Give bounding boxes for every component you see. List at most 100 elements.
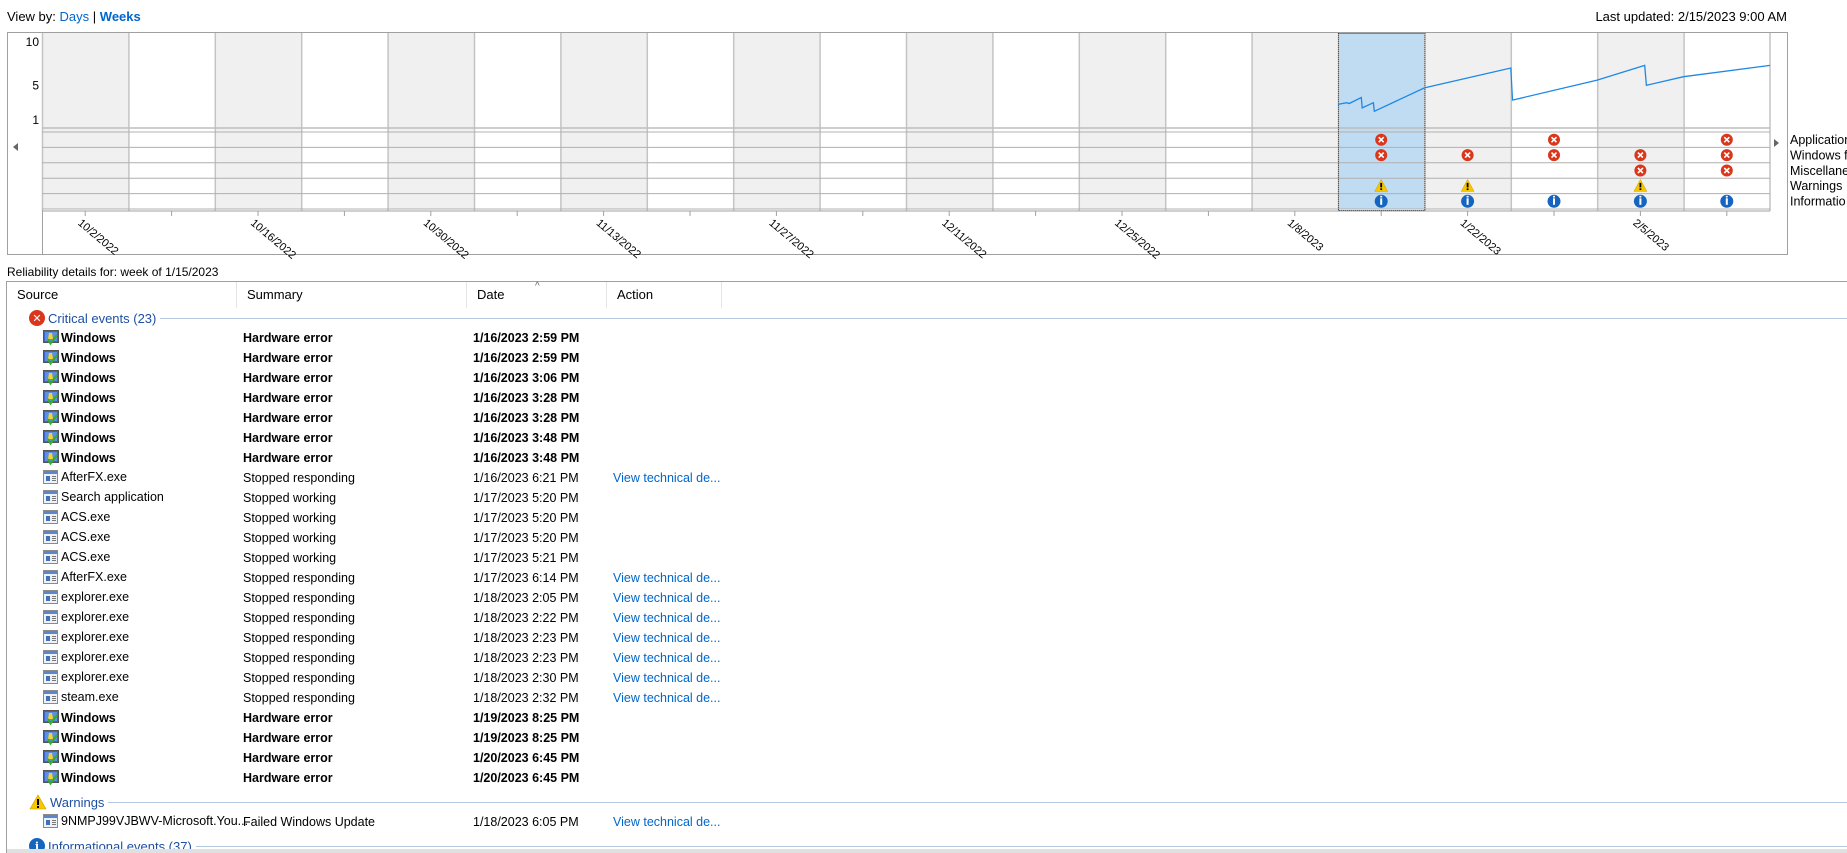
event-row[interactable]: Search application Stopped working 1/17/20…	[7, 488, 767, 508]
event-row[interactable]: explorer.exe Stopped responding 1/18/2023 …	[7, 668, 767, 688]
event-date: 1/17/2023 5:20 PM	[473, 511, 579, 525]
chart-column[interactable]	[1165, 33, 1252, 209]
group-header[interactable]: ✕ Critical events (23)	[29, 309, 156, 327]
event-summary: Failed Windows Update	[243, 815, 376, 829]
event-row[interactable]: Windows Hardware error 1/16/2023 3:48 PM	[7, 428, 767, 448]
event-date: 1/18/2023 6:05 PM	[473, 815, 579, 829]
windows-icon	[43, 750, 59, 766]
info-i-glyph	[1639, 198, 1642, 205]
chart-column[interactable]	[1078, 33, 1166, 209]
event-row[interactable]: steam.exe Stopped responding 1/18/2023 2:3…	[7, 688, 767, 708]
event-summary: Hardware error	[243, 451, 333, 465]
event-summary: Stopped responding	[243, 691, 355, 705]
event-row[interactable]: 9NMPJ99VJBWV-Microsoft.You... Failed Wind…	[7, 812, 767, 832]
group-header[interactable]: Warnings	[29, 793, 104, 811]
event-row[interactable]: ACS.exe Stopped working 1/17/2023 5:20 PM	[7, 508, 767, 528]
event-row[interactable]: Windows Hardware error 1/16/2023 3:28 PM	[7, 388, 767, 408]
warning-exclamation-glyph	[1380, 182, 1383, 188]
horizontal-scrollbar[interactable]	[7, 849, 1847, 853]
event-source: Windows	[43, 450, 116, 466]
event-row[interactable]: Windows Hardware error 1/16/2023 3:48 PM	[7, 448, 767, 468]
event-date: 1/16/2023 3:28 PM	[473, 411, 580, 425]
chart-column[interactable]	[1251, 33, 1338, 209]
chart-column[interactable]	[992, 33, 1079, 209]
event-row[interactable]: ACS.exe Stopped working 1/17/2023 5:21 PM	[7, 548, 767, 568]
event-date: 1/18/2023 2:05 PM	[473, 591, 579, 605]
group-title: Critical events (23)	[48, 310, 157, 326]
column-header-source[interactable]: Source	[7, 282, 237, 308]
chart-column[interactable]	[214, 33, 302, 209]
event-row[interactable]: explorer.exe Stopped responding 1/18/2023 …	[7, 608, 767, 628]
event-date: 1/18/2023 2:32 PM	[473, 691, 579, 705]
event-row[interactable]: Windows Hardware error 1/16/2023 3:28 PM	[7, 408, 767, 428]
event-summary: Hardware error	[243, 411, 333, 425]
view-technical-details-link[interactable]: View technical de...	[613, 691, 720, 705]
event-row[interactable]: ACS.exe Stopped working 1/17/2023 5:20 PM	[7, 528, 767, 548]
event-summary: Hardware error	[243, 731, 333, 745]
event-row[interactable]: Windows Hardware error 1/16/2023 2:59 PM	[7, 348, 767, 368]
application-icon	[43, 630, 58, 644]
event-source: Windows	[43, 430, 116, 446]
event-source: explorer.exe	[43, 630, 129, 644]
event-source-name: explorer.exe	[61, 590, 130, 604]
event-source-name: explorer.exe	[61, 610, 130, 624]
event-row[interactable]: Windows Hardware error 1/20/2023 6:45 PM	[7, 748, 767, 768]
warning-icon	[29, 794, 47, 810]
view-technical-details-link[interactable]: View technical de...	[613, 651, 720, 665]
view-technical-details-link[interactable]: View technical de...	[613, 571, 720, 585]
application-icon	[43, 490, 58, 504]
event-row[interactable]: Windows Hardware error 1/19/2023 8:25 PM	[7, 728, 767, 748]
info-i-glyph	[1553, 198, 1555, 205]
chart-column[interactable]	[387, 33, 474, 209]
view-technical-details-link[interactable]: View technical de...	[613, 611, 720, 625]
event-summary: Stopped responding	[243, 611, 355, 625]
event-date: 1/19/2023 8:25 PM	[473, 731, 580, 745]
event-row[interactable]: AfterFX.exe Stopped responding 1/16/2023 6…	[7, 468, 767, 488]
event-row[interactable]: Windows Hardware error 1/20/2023 6:45 PM	[7, 768, 767, 788]
chart-column[interactable]	[733, 33, 820, 209]
event-row[interactable]: explorer.exe Stopped responding 1/18/2023 …	[7, 648, 767, 668]
view-technical-details-link[interactable]: View technical de...	[613, 471, 720, 485]
event-date: 1/18/2023 2:30 PM	[473, 671, 579, 685]
event-row[interactable]: AfterFX.exe Stopped responding 1/17/2023 6…	[7, 568, 767, 588]
application-icon	[43, 590, 58, 604]
event-source: Windows	[43, 750, 116, 766]
chart-column[interactable]	[474, 33, 561, 209]
event-source: Windows	[43, 770, 116, 786]
application-icon	[43, 690, 58, 704]
event-source-name: Windows	[61, 391, 116, 405]
event-row[interactable]: Windows Hardware error 1/16/2023 3:06 PM	[7, 368, 767, 388]
view-technical-details-link[interactable]: View technical de...	[613, 815, 720, 829]
chart-column[interactable]	[42, 33, 129, 209]
chart-column[interactable]	[128, 33, 215, 209]
event-source-name: Windows	[61, 431, 116, 445]
column-header-summary[interactable]: Summary	[237, 282, 467, 308]
chart-column[interactable]	[646, 33, 734, 209]
chart-column[interactable]	[301, 33, 388, 209]
windows-icon	[43, 410, 59, 426]
event-summary: Stopped working	[243, 511, 337, 525]
event-summary: Stopped responding	[243, 571, 355, 585]
event-source: Windows	[43, 410, 116, 426]
event-row[interactable]: Windows Hardware error 1/16/2023 2:59 PM	[7, 328, 767, 348]
info-dot-glyph	[1639, 195, 1642, 198]
event-row[interactable]: explorer.exe Stopped responding 1/18/2023 …	[7, 588, 767, 608]
event-row[interactable]: explorer.exe Stopped responding 1/18/2023 …	[7, 628, 767, 648]
event-row[interactable]: Windows Hardware error 1/19/2023 8:25 PM	[7, 708, 767, 728]
event-source: Windows	[43, 330, 116, 346]
chart-column[interactable]	[1510, 33, 1598, 209]
view-technical-details-link[interactable]: View technical de...	[613, 671, 720, 685]
chart-column[interactable]	[819, 33, 906, 209]
chart-column[interactable]	[906, 33, 993, 209]
view-technical-details-link[interactable]: View technical de...	[613, 591, 720, 605]
critical-icon: ✕	[29, 310, 45, 326]
chart-column[interactable]	[1683, 33, 1770, 209]
chart-column[interactable]	[560, 33, 647, 209]
column-header-action[interactable]: Action	[607, 282, 722, 308]
event-date: 1/20/2023 6:45 PM	[473, 771, 580, 785]
event-date: 1/17/2023 5:21 PM	[473, 551, 579, 565]
view-technical-details-link[interactable]: View technical de...	[613, 631, 720, 645]
event-summary: Hardware error	[243, 351, 333, 365]
event-source: ACS.exe	[43, 530, 110, 544]
info-i-glyph	[1380, 198, 1383, 205]
